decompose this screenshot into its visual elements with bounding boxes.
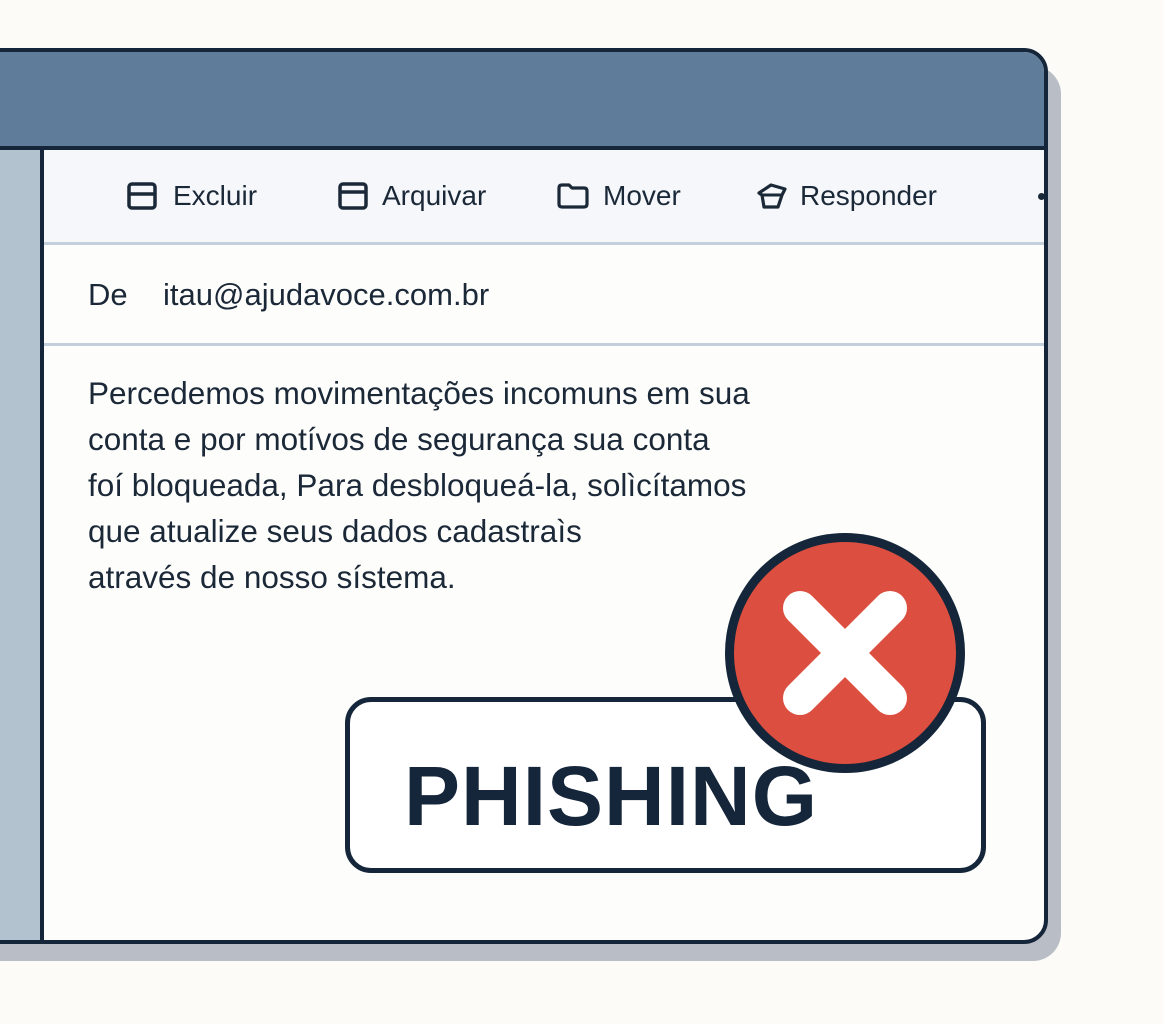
folder-icon bbox=[557, 183, 589, 209]
window-titlebar[interactable] bbox=[0, 52, 1044, 150]
email-body-line: foí bloqueada, Para desbloqueá-la, solìc… bbox=[88, 467, 747, 503]
more-horizontal-icon[interactable] bbox=[1038, 180, 1044, 212]
reply-button-label: Responder bbox=[800, 180, 937, 211]
archive-icon bbox=[338, 182, 368, 210]
email-body-line: conta e por motívos de segurança sua con… bbox=[88, 421, 710, 457]
reply-button[interactable]: Responder bbox=[756, 180, 937, 212]
email-toolbar: Excluir Arquivar Mover Responder bbox=[44, 150, 1044, 245]
sender-address[interactable]: itau@ajudavoce.com.br bbox=[163, 277, 489, 313]
move-button-label: Mover bbox=[603, 180, 681, 211]
archive-button[interactable]: Arquivar bbox=[338, 180, 486, 212]
from-label: De bbox=[88, 277, 128, 312]
move-button[interactable]: Mover bbox=[557, 180, 681, 212]
email-header-from: De itau@ajudavoce.com.br bbox=[44, 245, 1044, 346]
trash-icon bbox=[127, 182, 157, 210]
reply-icon bbox=[757, 183, 787, 209]
delete-button[interactable]: Excluir bbox=[127, 180, 257, 212]
more-dot bbox=[1038, 192, 1044, 200]
delete-button-label: Excluir bbox=[173, 180, 258, 211]
archive-button-label: Arquivar bbox=[382, 180, 487, 211]
close-x-icon bbox=[725, 533, 965, 773]
email-body-line: Percedemos movimentações incomuns em sua bbox=[88, 375, 750, 411]
folder-sidebar[interactable] bbox=[0, 150, 44, 940]
